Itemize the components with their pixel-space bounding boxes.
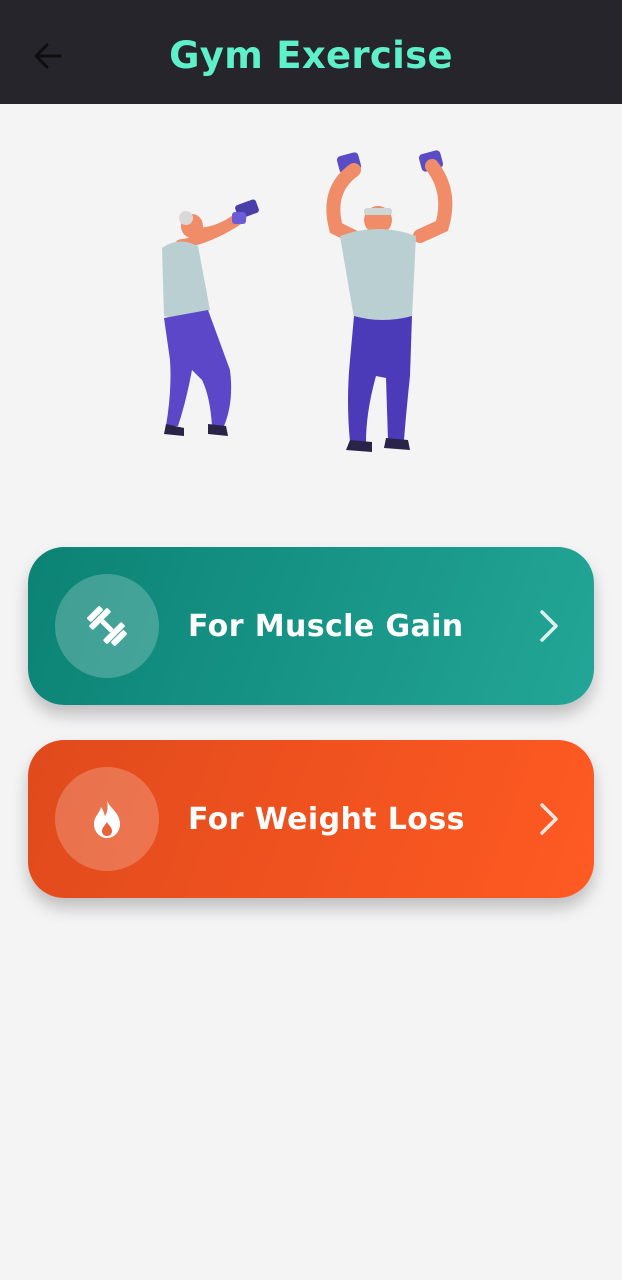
muscle-gain-card[interactable]: For Muscle Gain (28, 547, 594, 705)
chevron-right-icon (540, 610, 558, 642)
flame-icon (94, 800, 120, 838)
muscle-gain-icon-circle (55, 574, 159, 678)
hero-illustration (150, 140, 480, 460)
chevron-right-icon (540, 803, 558, 835)
page-title: Gym Exercise (169, 33, 453, 77)
man-figure (326, 150, 453, 452)
weight-loss-icon-circle (55, 767, 159, 871)
weight-loss-label: For Weight Loss (188, 801, 465, 837)
weight-loss-card[interactable]: For Weight Loss (28, 740, 594, 898)
muscle-gain-label: For Muscle Gain (188, 608, 464, 644)
exercise-illustration (162, 150, 453, 452)
dumbbell-icon (87, 606, 127, 646)
woman-figure (162, 199, 259, 436)
